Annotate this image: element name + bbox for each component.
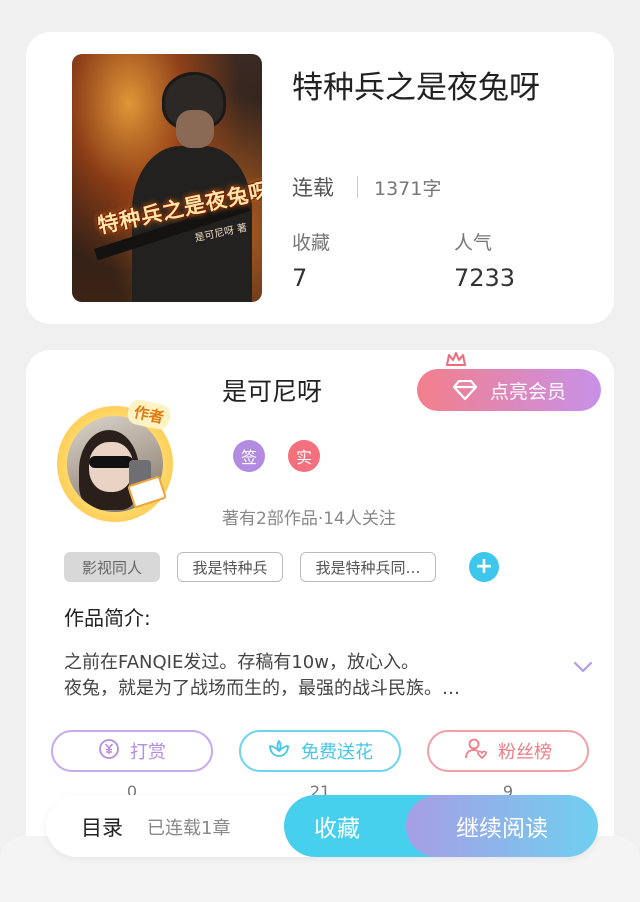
tag-item[interactable]: 我是特种兵同… xyxy=(300,552,436,582)
popularity-value: 7233 xyxy=(454,264,516,292)
book-word-count: 1371字 xyxy=(374,178,442,200)
intro-line: 之前在FANQIE发过。存稿有10w，放心入。 xyxy=(64,652,419,673)
send-flower-button[interactable]: 免费送花 xyxy=(239,730,401,772)
tag-item[interactable]: 影视同人 xyxy=(64,552,160,582)
book-title: 特种兵之是夜兔呀 xyxy=(292,70,540,106)
book-cover-image[interactable]: 特种兵之是夜兔呀 是可尼呀 著 xyxy=(72,54,262,302)
verified-badge: 实 xyxy=(288,440,320,472)
signed-badge: 签 xyxy=(233,440,265,472)
yen-coin-icon xyxy=(98,738,120,765)
tip-button-label: 打赏 xyxy=(130,742,166,763)
cover-soldier-face xyxy=(176,110,214,148)
flower-icon xyxy=(267,738,291,765)
popularity-label: 人气 xyxy=(454,232,493,254)
bottom-action-bar: 目录 已连载1章 收藏 继续阅读 xyxy=(46,795,598,857)
author-name[interactable]: 是可尼呀 xyxy=(222,372,322,408)
intro-title: 作品简介: xyxy=(64,606,151,630)
send-flower-label: 免费送花 xyxy=(301,742,373,763)
fan-user-icon xyxy=(464,737,488,766)
continue-reading-label: 继续阅读 xyxy=(456,816,548,842)
fan-ranking-button[interactable]: 粉丝榜 xyxy=(427,730,589,772)
author-meta: 著有2部作品·14人关注 xyxy=(222,509,396,529)
chevron-down-icon[interactable] xyxy=(572,656,594,678)
vip-button-label: 点亮会员 xyxy=(489,380,566,403)
intro-line: 夜兔，就是为了战场而生的，最强的战斗民族。… xyxy=(64,678,460,699)
book-info-card: 特种兵之是夜兔呀 是可尼呀 著 特种兵之是夜兔呀 连载 1371字 收藏 7 人… xyxy=(26,32,614,324)
add-tag-button[interactable]: + xyxy=(469,552,499,582)
tag-item[interactable]: 我是特种兵 xyxy=(177,552,283,582)
serialization-status: 已连载1章 xyxy=(147,818,231,839)
favorites-label: 收藏 xyxy=(292,232,331,254)
favorites-value: 7 xyxy=(292,264,308,292)
vip-member-button[interactable]: 点亮会员 xyxy=(417,369,601,411)
status-divider xyxy=(357,176,358,198)
add-to-favorites-label: 收藏 xyxy=(314,816,360,842)
book-status: 连载 xyxy=(292,176,334,200)
continue-reading-button[interactable]: 继续阅读 xyxy=(406,795,598,857)
table-of-contents-button[interactable]: 目录 xyxy=(81,812,123,842)
diamond-icon xyxy=(452,380,478,400)
tip-button[interactable]: 打赏 xyxy=(51,730,213,772)
fan-ranking-label: 粉丝榜 xyxy=(498,742,552,763)
avatar-sunglasses xyxy=(89,456,133,468)
